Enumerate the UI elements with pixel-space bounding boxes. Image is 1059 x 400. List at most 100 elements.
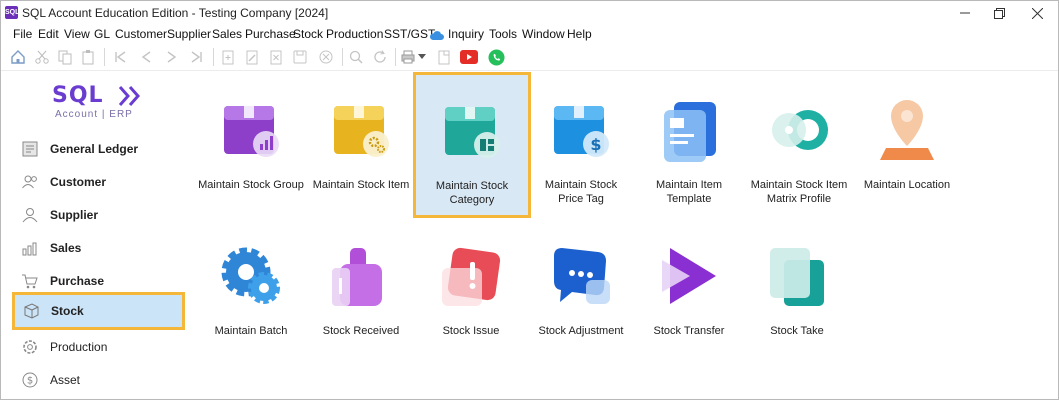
tile-label: Maintain Stock Price Tag	[544, 179, 618, 205]
stock-item-icon	[334, 106, 389, 157]
sidebar-item-label: Supplier	[50, 207, 99, 222]
sidebar-item-sales[interactable]: Sales	[14, 231, 184, 264]
tile-maintain-stock-price-tag[interactable]: $ Maintain Stock Price Tag	[523, 72, 639, 206]
menu-view[interactable]: View	[64, 27, 90, 41]
menu-inquiry[interactable]: Inquiry	[448, 27, 484, 41]
save-icon[interactable]	[291, 48, 309, 66]
report-icon[interactable]	[435, 48, 453, 66]
tile-maintain-stock-category[interactable]: Maintain Stock Category	[413, 72, 531, 218]
youtube-icon[interactable]	[460, 48, 478, 66]
whatsapp-icon[interactable]	[487, 48, 505, 66]
prev-record-icon[interactable]	[137, 48, 155, 66]
last-record-icon[interactable]	[188, 48, 206, 66]
tile-label: Maintain Batch	[214, 325, 288, 337]
cancel-icon[interactable]	[317, 48, 335, 66]
tile-maintain-stock-item[interactable]: Maintain Stock Item	[303, 72, 419, 192]
restore-button[interactable]	[979, 1, 1019, 25]
asset-icon: $	[20, 370, 40, 390]
tile-stock-issue[interactable]: Stock Issue	[413, 218, 529, 338]
app-logo-icon: SQL	[5, 6, 19, 19]
sidebar-item-general-ledger[interactable]: General Ledger	[14, 132, 184, 165]
paste-icon[interactable]	[79, 48, 97, 66]
delete-document-icon[interactable]	[267, 48, 285, 66]
app-window: SQL SQL Account Education Edition - Test…	[0, 0, 1059, 400]
stock-icon	[21, 301, 41, 321]
sidebar-item-label: Asset	[50, 372, 81, 387]
menu-file[interactable]: File	[13, 27, 32, 41]
sidebar-item-label: Production	[50, 339, 108, 354]
menu-production[interactable]: Production	[326, 27, 383, 41]
customer-icon	[20, 172, 40, 192]
refresh-icon[interactable]	[371, 48, 389, 66]
tile-label: Stock Received	[322, 325, 400, 337]
close-icon	[1031, 7, 1043, 19]
tile-label: Stock Issue	[442, 325, 500, 337]
sidebar-item-label: General Ledger	[50, 141, 139, 156]
stock-module-panel: Maintain Stock Group Maintain Stock Item	[193, 72, 1058, 399]
print-icon[interactable]	[399, 48, 417, 66]
close-button[interactable]	[1017, 1, 1057, 25]
home-icon[interactable]	[9, 48, 27, 66]
tile-label: Stock Transfer	[653, 325, 725, 337]
stock-issue-icon	[442, 247, 501, 306]
svg-text:$: $	[590, 135, 601, 154]
menu-window[interactable]: Window	[522, 27, 565, 41]
sidebar-item-label: Customer	[50, 174, 107, 189]
tile-label: Maintain Stock Item Matrix Profile	[750, 179, 848, 205]
price-tag-icon: $	[554, 106, 609, 157]
tile-stock-adjustment[interactable]: Stock Adjustment	[523, 218, 639, 338]
sidebar-item-production[interactable]: Production	[14, 330, 184, 363]
stock-take-icon	[770, 248, 824, 306]
production-icon	[20, 337, 40, 357]
menu-purchase[interactable]: Purchase	[245, 27, 296, 41]
sidebar-item-asset[interactable]: $ Asset	[14, 363, 184, 396]
minimize-icon	[960, 12, 970, 14]
tile-maintain-stock-item-matrix-profile[interactable]: Maintain Stock Item Matrix Profile	[739, 72, 859, 206]
menu-sst-gst[interactable]: SST/GST	[384, 27, 435, 41]
edit-document-icon[interactable]	[243, 48, 261, 66]
new-document-icon[interactable]	[219, 48, 237, 66]
matrix-profile-icon	[772, 110, 828, 150]
tile-label: Stock Take	[770, 325, 824, 337]
stock-group-icon	[224, 106, 279, 157]
menu-customer[interactable]: Customer	[115, 27, 167, 41]
sidebar-item-label: Stock	[51, 304, 84, 318]
stock-received-icon	[332, 248, 382, 306]
sidebar-item-supplier[interactable]: Supplier	[14, 198, 184, 231]
next-record-icon[interactable]	[163, 48, 181, 66]
sidebar-item-stock[interactable]: Stock	[12, 292, 185, 330]
first-record-icon[interactable]	[111, 48, 129, 66]
menu-tools[interactable]: Tools	[489, 27, 517, 41]
sidebar-item-customer[interactable]: Customer	[14, 165, 184, 198]
supplier-icon	[20, 205, 40, 225]
tile-label: Maintain Item Template	[655, 179, 723, 205]
menu-stock[interactable]: Stock	[293, 27, 323, 41]
search-icon[interactable]	[347, 48, 365, 66]
tile-stock-received[interactable]: Stock Received	[303, 218, 419, 338]
tile-maintain-location[interactable]: Maintain Location	[849, 72, 965, 192]
tile-maintain-stock-group[interactable]: Maintain Stock Group	[193, 72, 309, 192]
tile-maintain-item-template[interactable]: Maintain Item Template	[631, 72, 747, 206]
batch-icon	[221, 247, 280, 304]
window-title: SQL Account Education Edition - Testing …	[22, 6, 329, 20]
tile-label: Maintain Location	[863, 179, 951, 191]
item-template-icon	[664, 102, 716, 162]
tile-stock-transfer[interactable]: Stock Transfer	[631, 218, 747, 338]
print-dropdown-icon[interactable]	[417, 48, 427, 66]
svg-text:$: $	[27, 375, 33, 386]
menu-edit[interactable]: Edit	[38, 27, 59, 41]
tile-stock-take[interactable]: Stock Take	[739, 218, 855, 338]
purchase-icon	[20, 271, 40, 291]
menu-sales[interactable]: Sales	[212, 27, 242, 41]
copy-icon[interactable]	[56, 48, 74, 66]
tile-maintain-batch[interactable]: Maintain Batch	[193, 218, 309, 338]
ledger-icon	[20, 139, 40, 159]
cut-icon[interactable]	[33, 48, 51, 66]
sales-icon	[20, 238, 40, 258]
logo-mark-icon	[118, 86, 140, 106]
menu-supplier[interactable]: Supplier	[167, 27, 211, 41]
menu-help[interactable]: Help	[567, 27, 592, 41]
title-bar: SQL SQL Account Education Edition - Test…	[1, 1, 1058, 25]
menu-gl[interactable]: GL	[94, 27, 110, 41]
tile-label: Maintain Stock Item	[312, 179, 410, 191]
